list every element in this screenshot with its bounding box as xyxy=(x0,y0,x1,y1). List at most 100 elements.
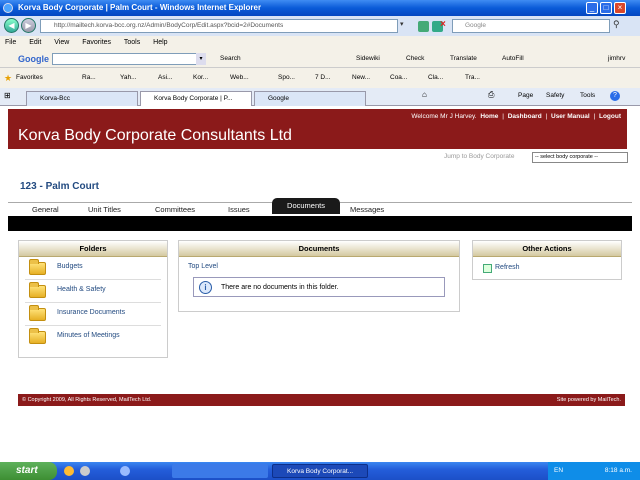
folder-icon xyxy=(29,305,46,321)
google-search-input[interactable] xyxy=(52,53,204,65)
tab-messages[interactable]: Messages xyxy=(350,205,384,214)
refresh-icon xyxy=(483,264,492,273)
favorites-button[interactable]: Favorites xyxy=(16,68,43,88)
tab-committees[interactable]: Committees xyxy=(155,205,195,214)
google-search-dropdown-icon[interactable]: ▾ xyxy=(196,53,206,65)
google-logo: Google xyxy=(18,54,49,64)
documents-panel: Documents Top Level i There are no docum… xyxy=(178,240,460,312)
menu-tools[interactable]: Tools xyxy=(124,39,140,46)
address-text: http://mailtech.korva-bcc.org.nz/Admin/B… xyxy=(54,22,284,29)
dropdown-icon[interactable]: ▾ xyxy=(400,20,410,32)
browser-tab-label: Korva Body Corporate | P... xyxy=(154,95,233,102)
folder-item[interactable]: Insurance Documents xyxy=(25,303,161,326)
fav-link[interactable]: Tra... xyxy=(465,68,480,88)
logout-link[interactable]: Logout xyxy=(599,113,621,120)
fav-link[interactable]: Cla... xyxy=(428,68,443,88)
close-icon[interactable]: × xyxy=(614,2,626,14)
quick-tabs-icon[interactable]: ⊞ xyxy=(4,91,11,100)
quicklaunch-icon[interactable] xyxy=(64,466,74,476)
autofill-button[interactable]: AutoFill xyxy=(502,50,524,68)
print-icon[interactable]: ⎙ xyxy=(488,90,494,100)
maximize-icon[interactable]: □ xyxy=(600,2,612,14)
other-actions-header: Other Actions xyxy=(473,241,621,257)
home-link[interactable]: Home xyxy=(480,113,498,120)
search-icon[interactable]: ⚲ xyxy=(613,19,620,30)
info-icon: i xyxy=(199,281,212,294)
menu-favorites[interactable]: Favorites xyxy=(82,39,111,46)
user-manual-link[interactable]: User Manual xyxy=(551,113,590,120)
home-icon[interactable]: ⌂ xyxy=(422,90,427,99)
fav-link[interactable]: Spo... xyxy=(278,68,295,88)
stop-icon[interactable]: × xyxy=(440,19,446,30)
menu-edit[interactable]: Edit xyxy=(29,39,41,46)
documents-header: Documents xyxy=(179,241,459,257)
folders-header: Folders xyxy=(19,241,167,257)
search-input[interactable]: Google xyxy=(452,19,610,33)
google-search-button[interactable]: Search xyxy=(220,50,241,68)
taskbar-item[interactable] xyxy=(172,464,268,478)
back-icon[interactable]: ◀ xyxy=(4,18,19,33)
help-icon[interactable]: ? xyxy=(610,91,620,101)
fav-link[interactable]: 7 D... xyxy=(315,68,331,88)
fav-link[interactable]: Yah... xyxy=(120,68,137,88)
start-button[interactable]: start xyxy=(0,462,57,480)
check-button[interactable]: Check xyxy=(406,50,424,68)
browser-tab-label: Google xyxy=(268,95,289,102)
tab-issues[interactable]: Issues xyxy=(228,205,250,214)
menu-file[interactable]: File xyxy=(5,39,16,46)
tab-general[interactable]: General xyxy=(32,205,59,214)
top-level-link[interactable]: Top Level xyxy=(188,263,218,270)
safety-menu[interactable]: Safety xyxy=(546,92,564,99)
body-corporate-select-value: -- select body corporate -- xyxy=(535,154,598,160)
browser-tab[interactable]: Korva-Bcc xyxy=(26,91,138,106)
tools-menu[interactable]: Tools xyxy=(580,92,595,99)
copyright-text: © Copyright 2009, All Rights Reserved, M… xyxy=(22,397,152,403)
fav-link[interactable]: Kor... xyxy=(193,68,208,88)
translate-button[interactable]: Translate xyxy=(450,50,477,68)
search-placeholder: Google xyxy=(465,22,486,29)
site-header: Korva Body Corporate Consultants Ltd Wel… xyxy=(8,109,627,149)
quicklaunch-icon[interactable] xyxy=(120,466,130,476)
other-actions-panel: Other Actions Refresh xyxy=(472,240,622,280)
taskbar-item-active[interactable]: Korva Body Corporat... xyxy=(272,464,368,478)
fav-link[interactable]: Asi... xyxy=(158,68,172,88)
minimize-icon[interactable]: _ xyxy=(586,2,598,14)
page-menu[interactable]: Page xyxy=(518,92,533,99)
folder-item[interactable]: Minutes of Meetings xyxy=(25,326,161,349)
refresh-link[interactable]: Refresh xyxy=(495,264,520,271)
browser-tab-active[interactable]: Korva Body Corporate | P... xyxy=(140,91,252,106)
tab-documents[interactable]: Documents xyxy=(272,198,340,214)
folder-item[interactable]: Health & Safety xyxy=(25,280,161,303)
page-content: Korva Body Corporate Consultants Ltd Wel… xyxy=(0,106,640,462)
compat-view-icon[interactable] xyxy=(418,21,429,32)
language-indicator[interactable]: EN xyxy=(554,467,563,474)
empty-message-box: i There are no documents in this folder. xyxy=(193,277,445,297)
menu-bar: File Edit View Favorites Tools Help xyxy=(0,36,640,50)
browser-tab[interactable]: Google xyxy=(254,91,366,106)
site-title: Korva Body Corporate Consultants Ltd xyxy=(18,127,292,144)
section-tabs: General Unit Titles Committees Issues Do… xyxy=(8,198,632,216)
folder-label[interactable]: Minutes of Meetings xyxy=(57,332,120,339)
fav-link[interactable]: New... xyxy=(352,68,370,88)
sidewiki-button[interactable]: Sidewiki xyxy=(356,50,380,68)
folder-label[interactable]: Health & Safety xyxy=(57,286,106,293)
taskbar: start Korva Body Corporat... EN 8:18 a.m… xyxy=(0,462,640,480)
address-bar[interactable]: http://mailtech.korva-bcc.org.nz/Admin/B… xyxy=(40,19,398,33)
folder-label[interactable]: Insurance Documents xyxy=(57,309,125,316)
folder-label[interactable]: Budgets xyxy=(57,263,83,270)
folders-panel: Folders Budgets Health & Safety Insuranc… xyxy=(18,240,168,358)
fav-link[interactable]: Web... xyxy=(230,68,249,88)
fav-link[interactable]: Ra... xyxy=(82,68,96,88)
clock[interactable]: 8:18 a.m. xyxy=(605,462,632,480)
folder-icon xyxy=(29,328,46,344)
forward-icon[interactable]: ▶ xyxy=(21,18,36,33)
quicklaunch-icon[interactable] xyxy=(80,466,90,476)
tab-unit-titles[interactable]: Unit Titles xyxy=(88,205,121,214)
menu-help[interactable]: Help xyxy=(153,39,167,46)
google-user-label[interactable]: jimhrv xyxy=(608,50,625,68)
menu-view[interactable]: View xyxy=(54,39,69,46)
body-corporate-select[interactable]: -- select body corporate -- xyxy=(532,152,628,163)
folder-item[interactable]: Budgets xyxy=(25,257,161,280)
fav-link[interactable]: Coa... xyxy=(390,68,407,88)
dashboard-link[interactable]: Dashboard xyxy=(508,113,542,120)
